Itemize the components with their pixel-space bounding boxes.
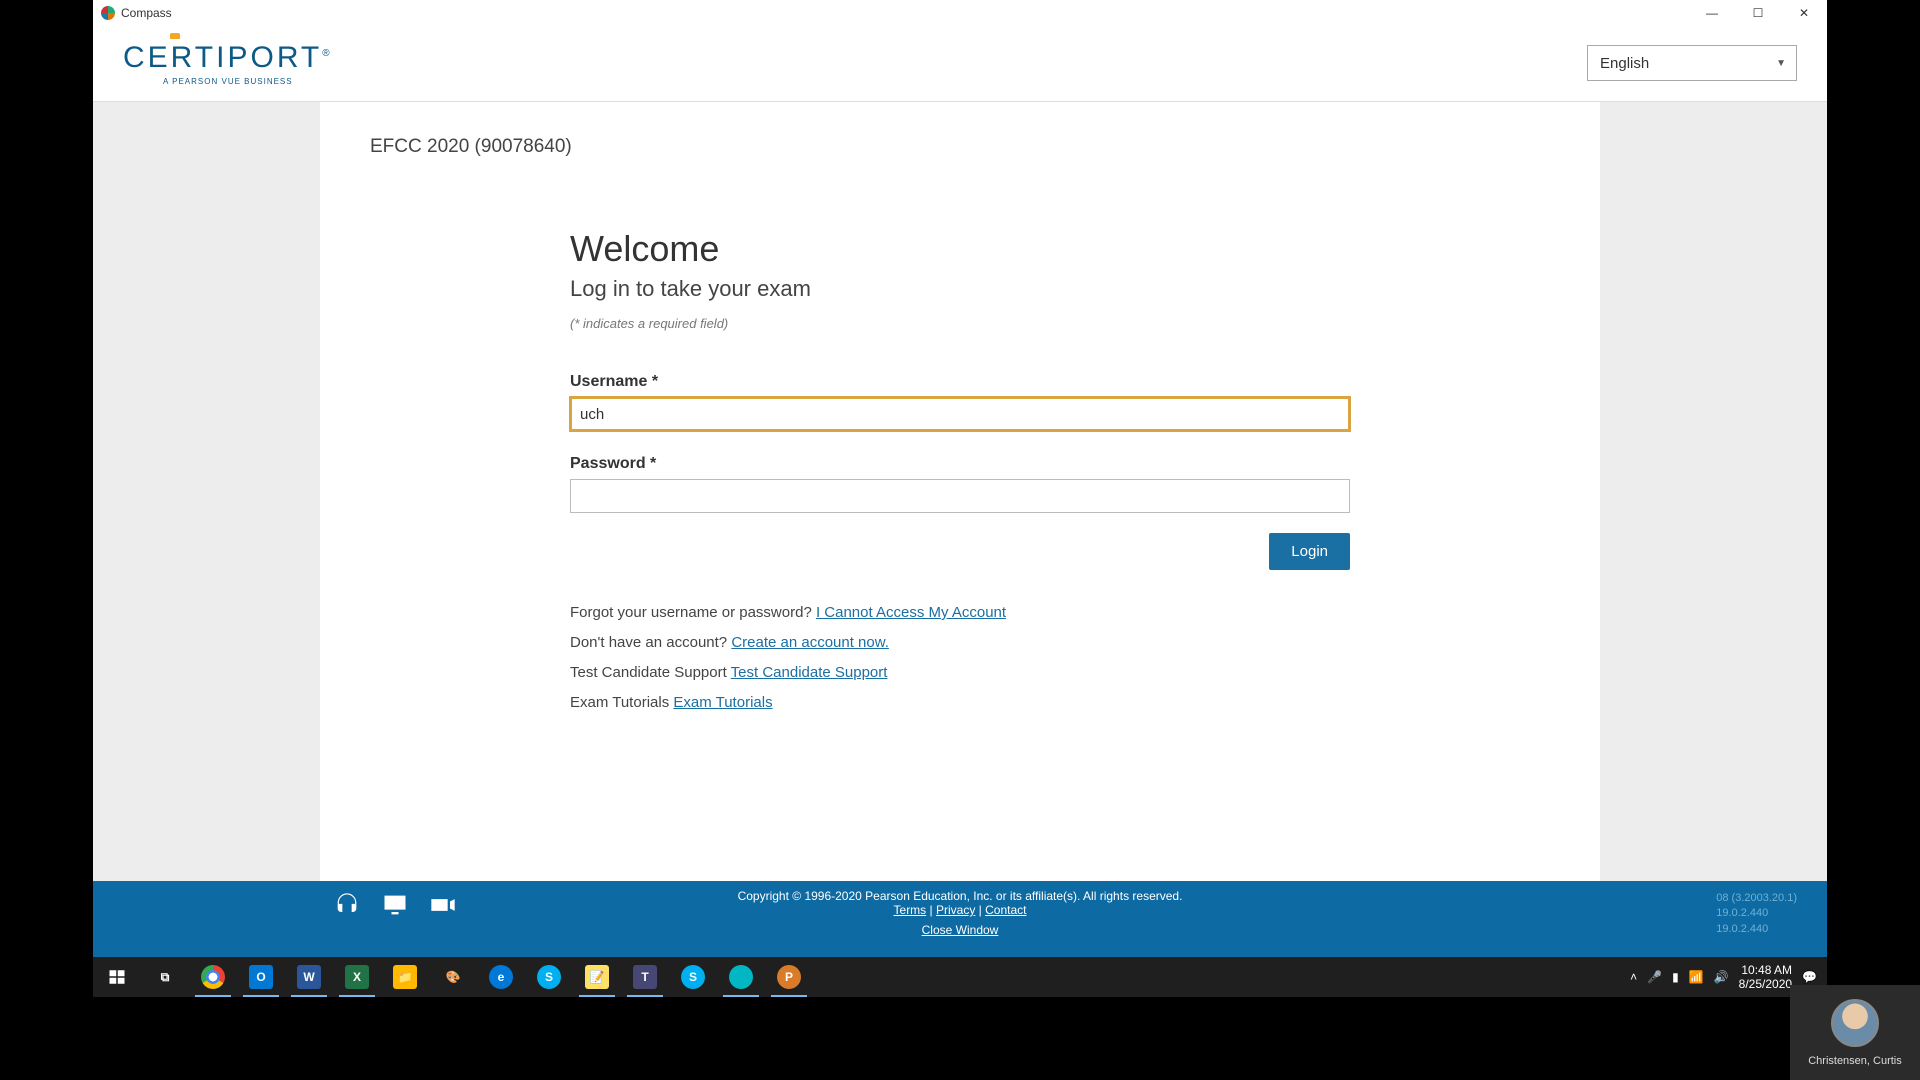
maximize-button[interactable]: ☐ xyxy=(1735,0,1781,25)
support-link[interactable]: Test Candidate Support xyxy=(731,664,888,681)
language-select[interactable]: English xyxy=(1587,45,1797,81)
username-input[interactable] xyxy=(570,397,1350,431)
required-note: (* indicates a required field) xyxy=(570,316,1340,331)
version-1: 08 (3.2003.20.1) xyxy=(1716,891,1797,906)
tray-battery-icon[interactable]: ▮ xyxy=(1672,970,1679,984)
tray-chevron-icon[interactable]: ˄ xyxy=(1630,970,1637,984)
language-value: English xyxy=(1600,55,1649,72)
contact-link[interactable]: Contact xyxy=(985,903,1026,917)
participant-name: Christensen, Curtis xyxy=(1808,1055,1902,1067)
app-footer: Copyright © 1996-2020 Pearson Education,… xyxy=(93,881,1827,957)
projector-icon[interactable] xyxy=(429,891,457,922)
taskbar-clock[interactable]: 10:48 AM 8/25/2020 xyxy=(1739,963,1792,992)
excel-icon[interactable]: X xyxy=(333,957,381,997)
monitor-icon[interactable] xyxy=(381,891,409,922)
support-prompt: Test Candidate Support xyxy=(570,664,731,681)
logo-subtitle: A PEARSON VUE BUSINESS xyxy=(163,77,293,86)
close-window-link[interactable]: Close Window xyxy=(738,923,1183,937)
windows-taskbar: ⧉ O W X 📁 🎨 e S 📝 T S P ˄ 🎤 ▮ 📶 🔊 10:48 … xyxy=(93,957,1827,997)
forgot-prompt: Forgot your username or password? xyxy=(570,604,816,621)
login-subheading: Log in to take your exam xyxy=(570,276,1340,302)
meeting-participant-tile: Christensen, Curtis xyxy=(1790,985,1920,1080)
paint-icon[interactable]: 🎨 xyxy=(429,957,477,997)
skype-icon[interactable]: S xyxy=(525,957,573,997)
app-icon-1[interactable] xyxy=(717,957,765,997)
welcome-heading: Welcome xyxy=(570,228,1340,270)
task-view-button[interactable]: ⧉ xyxy=(141,957,189,997)
tray-wifi-icon[interactable]: 📶 xyxy=(1689,970,1704,984)
tray-mic-icon[interactable]: 🎤 xyxy=(1647,970,1662,984)
terms-link[interactable]: Terms xyxy=(894,903,927,917)
close-button[interactable]: ✕ xyxy=(1781,0,1827,25)
create-account-link[interactable]: Create an account now. xyxy=(731,634,889,651)
window-title: Compass xyxy=(121,6,172,20)
compass-taskbar-icon[interactable]: P xyxy=(765,957,813,997)
username-label: Username * xyxy=(570,373,1340,391)
edge-icon[interactable]: e xyxy=(477,957,525,997)
file-explorer-icon[interactable]: 📁 xyxy=(381,957,429,997)
no-account-prompt: Don't have an account? xyxy=(570,634,731,651)
start-button[interactable] xyxy=(93,957,141,997)
password-label: Password * xyxy=(570,455,1340,473)
tutorials-link[interactable]: Exam Tutorials xyxy=(673,694,772,711)
testing-center-name: EFCC 2020 (90078640) xyxy=(370,136,1340,158)
privacy-link[interactable]: Privacy xyxy=(936,903,975,917)
skype-business-icon[interactable]: S xyxy=(669,957,717,997)
minimize-button[interactable]: — xyxy=(1689,0,1735,25)
certiport-logo: CERTIPORT® A PEARSON VUE BUSINESS xyxy=(123,41,333,86)
copyright-text: Copyright © 1996-2020 Pearson Education,… xyxy=(738,889,1183,903)
tutorials-prompt: Exam Tutorials xyxy=(570,694,673,711)
teams-icon[interactable]: T xyxy=(621,957,669,997)
word-icon[interactable]: W xyxy=(285,957,333,997)
sticky-notes-icon[interactable]: 📝 xyxy=(573,957,621,997)
version-3: 19.0.2.440 xyxy=(1716,922,1797,937)
app-icon xyxy=(101,6,115,20)
password-input[interactable] xyxy=(570,479,1350,513)
chrome-icon[interactable] xyxy=(189,957,237,997)
outlook-icon[interactable]: O xyxy=(237,957,285,997)
version-2: 19.0.2.440 xyxy=(1716,906,1797,921)
headset-icon[interactable] xyxy=(333,891,361,922)
action-center-icon[interactable]: 💬 xyxy=(1802,970,1817,984)
avatar xyxy=(1831,999,1879,1047)
forgot-link[interactable]: I Cannot Access My Account xyxy=(816,604,1006,621)
login-button[interactable]: Login xyxy=(1269,533,1350,570)
app-header: CERTIPORT® A PEARSON VUE BUSINESS Englis… xyxy=(93,25,1827,102)
login-panel: EFCC 2020 (90078640) Welcome Log in to t… xyxy=(320,102,1600,881)
window-titlebar: Compass — ☐ ✕ xyxy=(93,0,1827,25)
tray-volume-icon[interactable]: 🔊 xyxy=(1714,970,1729,984)
